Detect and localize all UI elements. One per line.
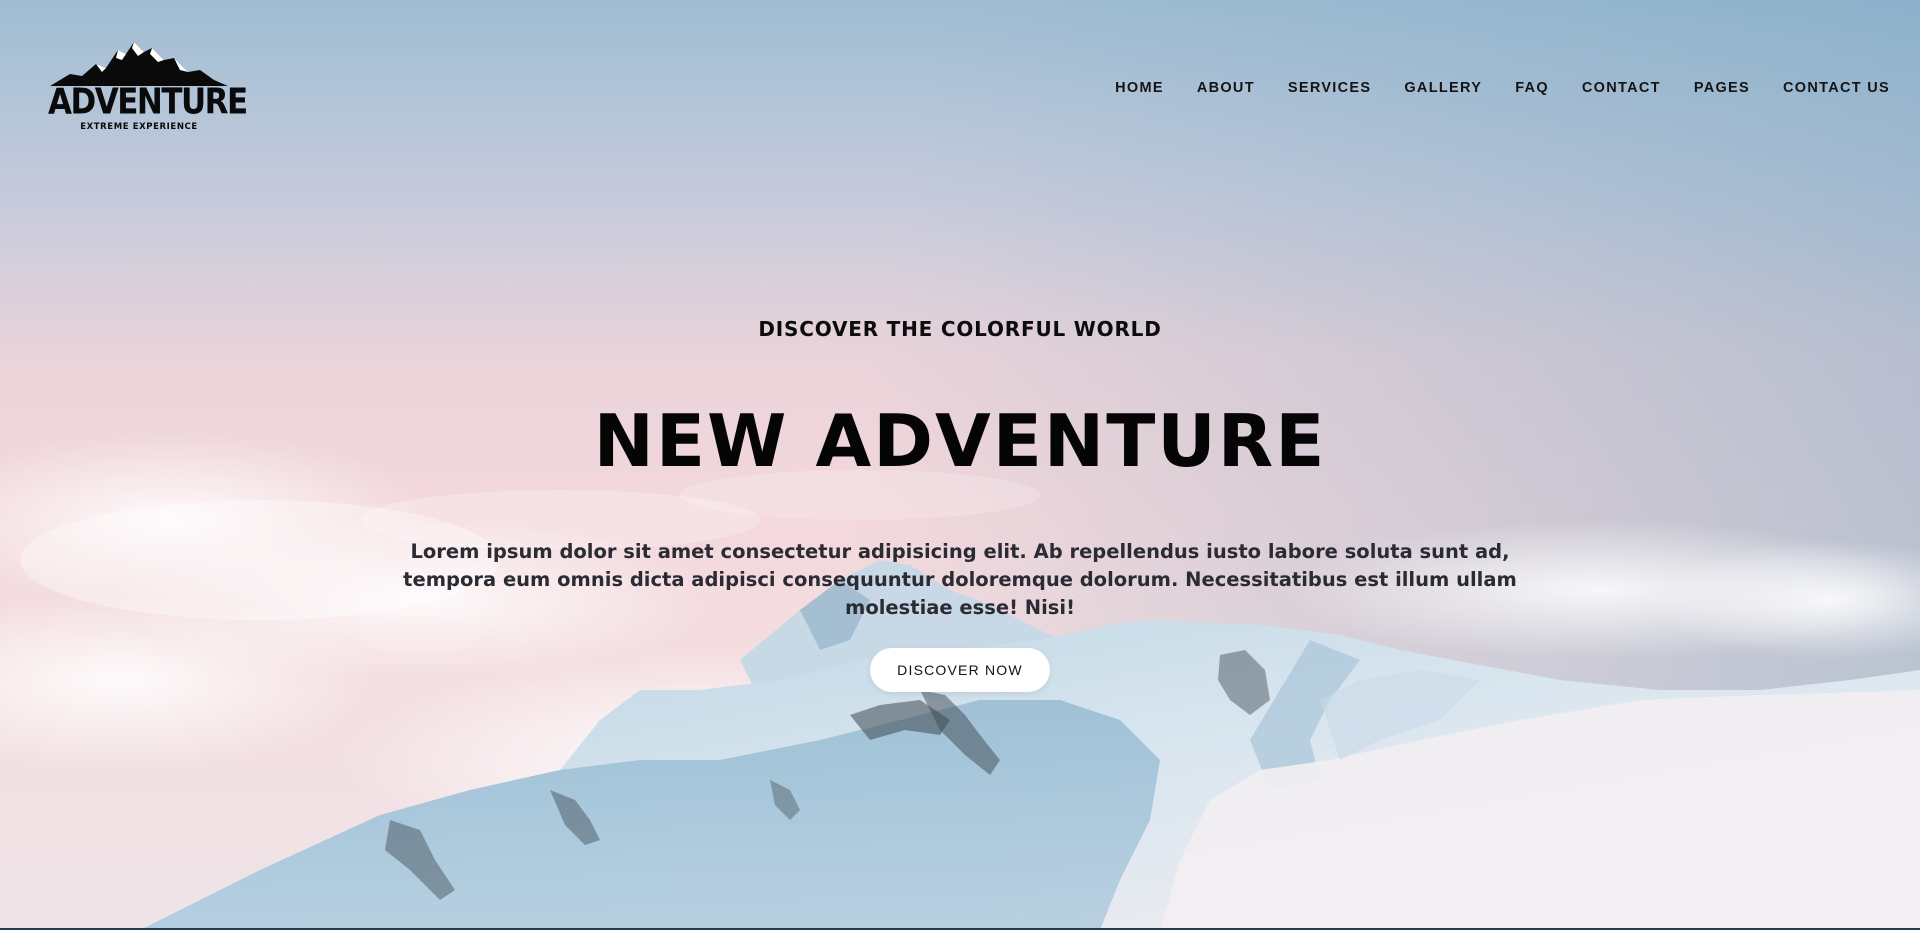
nav-item-services[interactable]: SERVICES (1288, 80, 1371, 96)
nav-item-home[interactable]: HOME (1115, 80, 1164, 96)
nav-item-faq[interactable]: FAQ (1515, 80, 1549, 96)
nav-item-pages[interactable]: PAGES (1694, 80, 1750, 96)
hero-section: ADVENTURE EXTREME EXPERIENCE HOME ABOUT … (0, 0, 1920, 930)
hero-description: Lorem ipsum dolor sit amet consectetur a… (403, 540, 1517, 619)
main-navigation: HOME ABOUT SERVICES GALLERY FAQ CONTACT … (1115, 80, 1890, 96)
hero-kicker: DISCOVER THE COLORFUL WORLD (758, 317, 1162, 341)
brand-logo[interactable]: ADVENTURE EXTREME EXPERIENCE (48, 38, 248, 138)
nav-item-contact[interactable]: CONTACT (1582, 80, 1661, 96)
brand-tagline: EXTREME EXPERIENCE (80, 122, 198, 132)
discover-now-button[interactable]: DISCOVER NOW (870, 648, 1050, 692)
nav-item-gallery[interactable]: GALLERY (1404, 80, 1482, 96)
nav-item-contact-us[interactable]: CONTACT US (1783, 80, 1890, 96)
brand-name: ADVENTURE (48, 81, 248, 123)
nav-item-about[interactable]: ABOUT (1197, 80, 1255, 96)
hero-headline: NEW ADVENTURE (593, 399, 1327, 483)
